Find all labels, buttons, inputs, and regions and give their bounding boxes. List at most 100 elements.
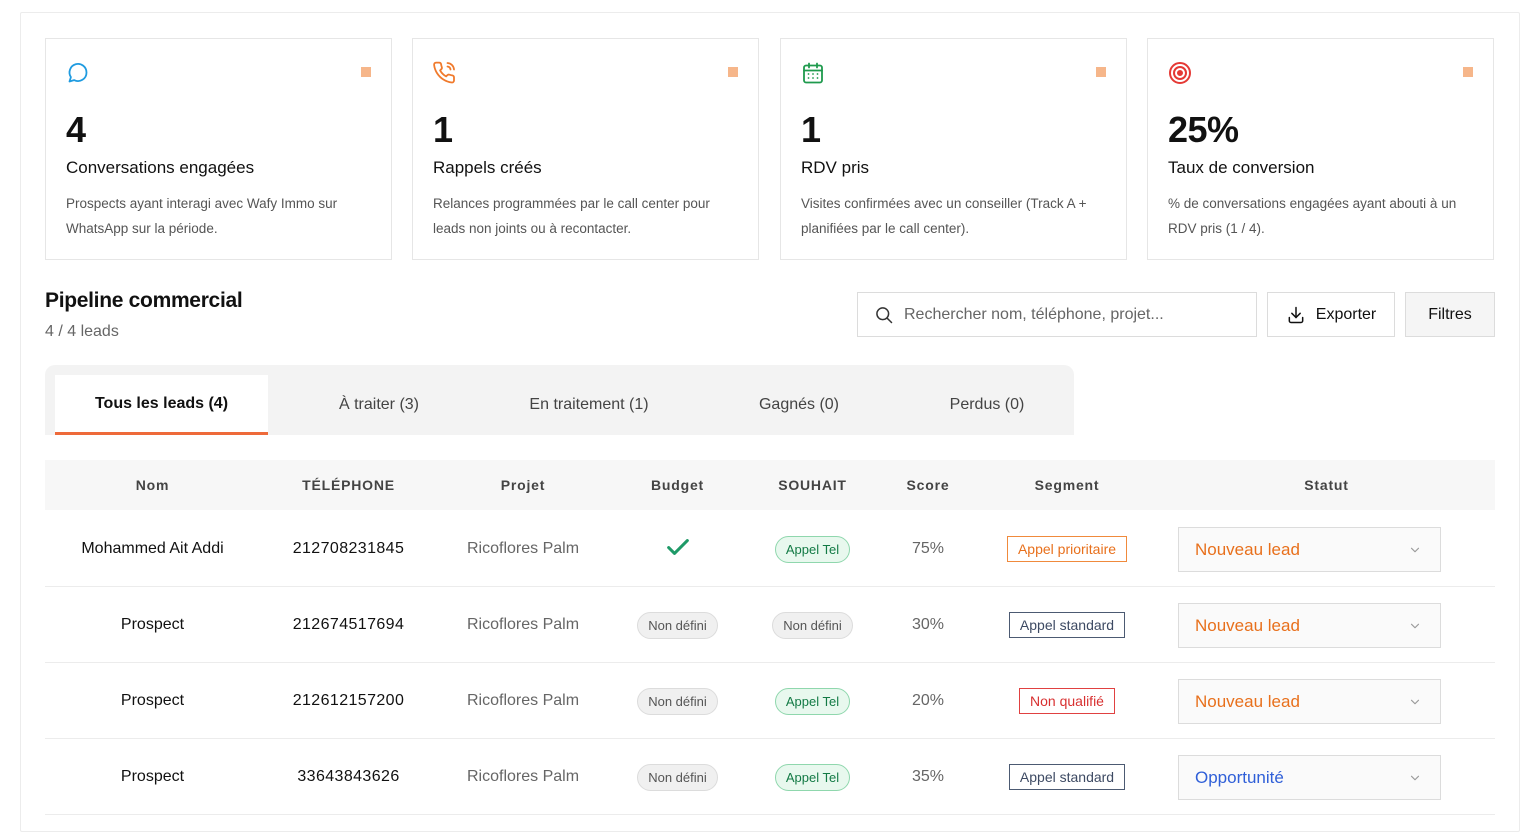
- check-icon: [666, 539, 689, 555]
- lead-score: 20%: [911, 692, 945, 709]
- souhait-badge: Appel Tel: [774, 763, 851, 791]
- export-label: Exporter: [1315, 305, 1377, 323]
- budget-badge: Non défini: [637, 611, 718, 639]
- table-row[interactable]: Prospect 212612157200 Ricoflores Palm No…: [45, 663, 1495, 739]
- status-value: Opportunité: [1195, 767, 1284, 787]
- kpi-title: Taux de conversion: [1168, 158, 1315, 177]
- lead-project: Ricoflores Palm: [466, 768, 580, 785]
- lead-budget: Non défini: [609, 739, 746, 815]
- search-input[interactable]: [904, 305, 1244, 324]
- column-header-nom[interactable]: Nom: [45, 460, 260, 510]
- column-header-projet[interactable]: Projet: [437, 460, 609, 510]
- filters-button[interactable]: Filtres: [1405, 292, 1495, 337]
- kpi-description: Prospects ayant interagi avec Wafy Immo …: [66, 196, 338, 236]
- table-row[interactable]: Prospect 33643843626 Ricoflores Palm Non…: [45, 739, 1495, 815]
- kpi-value: 4: [66, 109, 86, 150]
- lead-score: 75%: [911, 540, 945, 557]
- kpi-description: % de conversations engagées ayant abouti…: [1168, 196, 1457, 236]
- column-header-segment[interactable]: Segment: [977, 460, 1157, 510]
- kpi-card-conversations: 4 Conversations engagées Prospects ayant…: [45, 38, 392, 260]
- card-status-dot: [728, 67, 738, 77]
- lead-phone: 212708231845: [292, 540, 405, 557]
- status-value: Nouveau lead: [1195, 615, 1300, 635]
- lead-segment: Appel standard: [977, 739, 1157, 815]
- souhait-badge: Non défini: [772, 611, 853, 639]
- table-row[interactable]: Mohammed Ait Addi 212708231845 Ricoflore…: [45, 511, 1495, 587]
- segment-badge: Appel standard: [1008, 612, 1126, 638]
- lead-name: Prospect: [120, 768, 185, 785]
- kpi-title: Rappels créés: [433, 158, 542, 177]
- chat-bubble-icon: [66, 61, 90, 85]
- kpi-cards: 4 Conversations engagées Prospects ayant…: [45, 38, 1495, 260]
- target-icon: [1168, 61, 1192, 85]
- tab-a-traiter[interactable]: À traiter (3): [278, 375, 480, 435]
- phone-callback-icon: [433, 61, 457, 85]
- lead-budget: Non défini: [609, 587, 746, 663]
- kpi-description: Visites confirmées avec un conseiller (T…: [801, 196, 1087, 236]
- souhait-badge: Appel Tel: [774, 535, 851, 563]
- pipeline-title: Pipeline commercial: [45, 289, 243, 312]
- kpi-title: Conversations engagées: [66, 158, 255, 177]
- lead-souhait: Appel Tel: [746, 511, 879, 587]
- kpi-title: RDV pris: [801, 158, 870, 177]
- lead-budget: [609, 511, 746, 587]
- kpi-value: 1: [433, 109, 453, 150]
- lead-name: Mohammed Ait Addi: [81, 540, 224, 557]
- lead-segment: Appel prioritaire: [977, 511, 1157, 587]
- chevron-down-icon: [1410, 547, 1420, 553]
- lead-project: Ricoflores Palm: [466, 540, 580, 557]
- export-button[interactable]: Exporter: [1267, 292, 1395, 337]
- lead-name: Prospect: [120, 616, 185, 633]
- pipeline-lead-count: 4 / 4 leads: [45, 323, 119, 340]
- tab-gagnes[interactable]: Gagnés (0): [698, 375, 900, 435]
- kpi-card-conversion: 25% Taux de conversion % de conversation…: [1147, 38, 1494, 260]
- status-dropdown[interactable]: Nouveau lead: [1178, 679, 1441, 724]
- tab-tous-les-leads[interactable]: Tous les leads (4): [55, 375, 268, 435]
- table-row[interactable]: Prospect 212674517694 Ricoflores Palm No…: [45, 587, 1495, 663]
- budget-badge: Non défini: [637, 687, 718, 715]
- card-status-dot: [1463, 67, 1473, 77]
- kpi-card-rappels: 1 Rappels créés Relances programmées par…: [412, 38, 759, 260]
- souhait-badge: Appel Tel: [774, 687, 851, 715]
- kpi-card-rdv: 1 RDV pris Visites confirmées avec un co…: [780, 38, 1127, 260]
- kpi-value: 25%: [1168, 109, 1239, 150]
- lead-project: Ricoflores Palm: [466, 616, 580, 633]
- lead-phone: 33643843626: [297, 768, 400, 785]
- segment-badge: Appel standard: [1008, 764, 1126, 790]
- lead-tabs: Tous les leads (4) À traiter (3) En trai…: [45, 365, 1074, 435]
- tab-en-traitement[interactable]: En traitement (1): [490, 375, 688, 435]
- lead-project: Ricoflores Palm: [466, 692, 580, 709]
- card-status-dot: [1096, 67, 1106, 77]
- status-dropdown[interactable]: Nouveau lead: [1178, 603, 1441, 648]
- lead-phone: 212674517694: [292, 616, 405, 633]
- lead-souhait: Appel Tel: [746, 739, 879, 815]
- status-dropdown[interactable]: Opportunité: [1178, 755, 1441, 800]
- column-header-telephone[interactable]: TÉLÉPHONE: [260, 460, 437, 510]
- segment-badge: Non qualifié: [1019, 688, 1115, 714]
- download-icon: [1288, 306, 1304, 323]
- status-dropdown[interactable]: Nouveau lead: [1178, 527, 1441, 572]
- column-header-budget[interactable]: Budget: [609, 460, 746, 510]
- tab-perdus[interactable]: Perdus (0): [900, 375, 1074, 435]
- lead-segment: Appel standard: [977, 587, 1157, 663]
- search-box[interactable]: [857, 292, 1257, 337]
- lead-score: 35%: [911, 768, 945, 785]
- chevron-down-icon: [1410, 623, 1420, 629]
- segment-badge: Appel prioritaire: [1006, 536, 1128, 562]
- search-icon: [876, 306, 893, 323]
- lead-budget: Non défini: [609, 663, 746, 739]
- chevron-down-icon: [1410, 775, 1420, 781]
- lead-score: 30%: [911, 616, 945, 633]
- status-value: Nouveau lead: [1195, 691, 1300, 711]
- kpi-value: 1: [801, 109, 821, 150]
- column-header-statut[interactable]: Statut: [1178, 460, 1475, 510]
- lead-souhait: Non défini: [746, 587, 879, 663]
- kpi-description: Relances programmées par le call center …: [433, 196, 710, 236]
- card-status-dot: [361, 67, 371, 77]
- calendar-icon: [801, 61, 825, 85]
- lead-souhait: Appel Tel: [746, 663, 879, 739]
- lead-name: Prospect: [120, 692, 185, 709]
- column-header-score[interactable]: Score: [879, 460, 977, 510]
- column-header-souhait[interactable]: SOUHAIT: [746, 460, 879, 510]
- table-header: Nom TÉLÉPHONE Projet Budget SOUHAIT Scor…: [45, 460, 1495, 510]
